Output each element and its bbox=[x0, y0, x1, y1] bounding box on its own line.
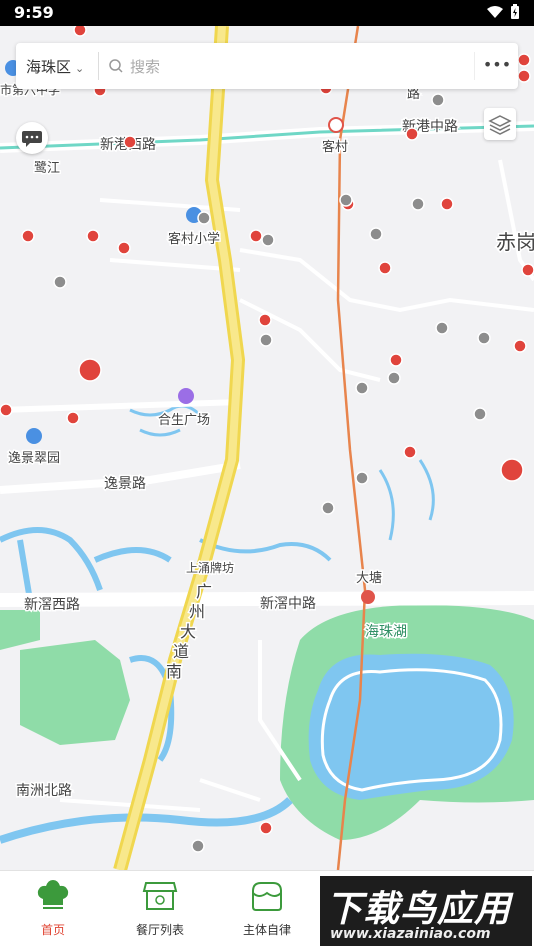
restaurant-marker-icon[interactable] bbox=[258, 313, 272, 327]
inspected-marker-icon[interactable] bbox=[473, 407, 487, 421]
inspected-marker-icon[interactable] bbox=[259, 333, 273, 347]
inspected-marker-icon[interactable] bbox=[387, 371, 401, 385]
inspected-marker-icon[interactable] bbox=[191, 839, 205, 853]
inspected-marker-icon[interactable] bbox=[355, 471, 369, 485]
restaurant-marker-icon[interactable] bbox=[517, 69, 531, 83]
restaurant-marker-icon[interactable] bbox=[389, 353, 403, 367]
search-icon bbox=[109, 59, 123, 73]
chat-button[interactable] bbox=[16, 122, 48, 154]
shop-awning-icon bbox=[252, 882, 282, 911]
park-area bbox=[20, 640, 130, 745]
residence-poi-icon bbox=[26, 428, 42, 444]
map-label: 鹭江 bbox=[34, 160, 60, 176]
map-label: 逸景路 bbox=[104, 476, 146, 492]
inspected-marker-icon[interactable] bbox=[321, 501, 335, 515]
tab-restaurant-list[interactable]: 餐厅列表 bbox=[115, 879, 205, 938]
restaurant-marker-icon[interactable] bbox=[513, 339, 527, 353]
restaurant-marker-icon[interactable] bbox=[66, 411, 80, 425]
tab-home[interactable]: 首页 bbox=[8, 879, 98, 938]
restaurant-marker-icon[interactable] bbox=[378, 261, 392, 275]
map-label: 道 bbox=[173, 642, 189, 661]
map-label: 赤岗 bbox=[496, 230, 534, 254]
restaurant-marker-icon[interactable] bbox=[21, 229, 35, 243]
more-options-icon[interactable]: ••• bbox=[482, 55, 512, 77]
restaurant-marker-icon[interactable] bbox=[521, 263, 534, 277]
map-view[interactable]: 市第六中学 路 新港西路 客村 新港中路 鹭江 客村小学 赤岗 合生广场 逸景翠… bbox=[0, 26, 534, 870]
search-divider bbox=[98, 52, 99, 80]
map-label: 客村小学 bbox=[168, 231, 220, 247]
tab-restaurant-list-label: 餐厅列表 bbox=[135, 923, 184, 937]
map-label: 南 bbox=[166, 662, 182, 681]
restaurant-marker-icon[interactable] bbox=[249, 229, 263, 243]
watermark-url: www.xiazainiao.com bbox=[330, 926, 491, 942]
chat-bubble-icon bbox=[22, 131, 42, 147]
tab-self-regulation-label: 主体自律 bbox=[242, 923, 291, 937]
chevron-down-icon: ⌄ bbox=[75, 62, 85, 75]
status-icons bbox=[486, 4, 520, 20]
district-selector[interactable]: 海珠区 ⌄ bbox=[26, 56, 84, 77]
map-label: 广 bbox=[196, 582, 212, 601]
restaurant-marker-icon[interactable] bbox=[123, 135, 137, 149]
restaurant-marker-icon[interactable] bbox=[86, 229, 100, 243]
inspected-marker-icon[interactable] bbox=[53, 275, 67, 289]
map-label: 大 bbox=[180, 622, 196, 641]
inspected-marker-icon[interactable] bbox=[369, 227, 383, 241]
map-label: 州 bbox=[189, 602, 205, 621]
restaurant-marker-icon[interactable] bbox=[117, 241, 131, 255]
restaurant-marker-icon[interactable] bbox=[73, 26, 87, 37]
map-label: 合生广场 bbox=[158, 413, 210, 428]
restaurant-marker-icon[interactable] bbox=[259, 821, 273, 835]
map-label: 逸景翠园 bbox=[8, 451, 60, 466]
search-bar: 海珠区⌄ ••• bbox=[16, 43, 518, 89]
restaurant-marker-icon[interactable] bbox=[0, 403, 13, 417]
inspected-marker-icon[interactable] bbox=[339, 193, 353, 207]
district-label: 海珠区 bbox=[26, 58, 72, 76]
mall-poi-icon bbox=[178, 388, 194, 404]
storefront-icon bbox=[142, 882, 178, 910]
metro-station-icon bbox=[328, 117, 344, 133]
inspected-marker-icon[interactable] bbox=[477, 331, 491, 345]
more-divider bbox=[474, 52, 475, 80]
map-label: 新滘西路 bbox=[24, 597, 80, 613]
inspected-marker-icon[interactable] bbox=[431, 93, 445, 107]
map-label: 大塘 bbox=[356, 570, 382, 586]
layers-button[interactable] bbox=[484, 108, 516, 140]
status-bar: 9:59 bbox=[0, 0, 534, 26]
tab-self-regulation[interactable]: 主体自律 bbox=[222, 879, 312, 938]
map-label: 新滘中路 bbox=[260, 596, 316, 612]
search-input[interactable] bbox=[128, 51, 472, 83]
tab-home-label: 首页 bbox=[40, 923, 65, 937]
inspected-marker-icon[interactable] bbox=[435, 321, 449, 335]
watermark-title: 下载鸟应用 bbox=[326, 889, 512, 930]
watermark: 下载鸟应用 www.xiazainiao.com bbox=[320, 876, 532, 946]
map-label: 海珠湖 bbox=[365, 624, 407, 640]
inspected-marker-icon[interactable] bbox=[261, 233, 275, 247]
map-label: 上涌牌坊 bbox=[186, 560, 234, 575]
wifi-icon bbox=[487, 6, 503, 18]
inspected-marker-icon[interactable] bbox=[411, 197, 425, 211]
layers-icon bbox=[488, 115, 512, 135]
restaurant-marker-icon[interactable] bbox=[517, 53, 531, 67]
map-label: 南洲北路 bbox=[16, 783, 72, 799]
metro-station-icon bbox=[361, 590, 375, 604]
battery-icon bbox=[511, 4, 519, 19]
restaurant-marker-icon[interactable] bbox=[403, 445, 417, 459]
inspected-marker-icon[interactable] bbox=[355, 381, 369, 395]
restaurant-marker-icon[interactable] bbox=[440, 197, 454, 211]
status-time: 9:59 bbox=[14, 3, 54, 22]
restaurant-marker-icon[interactable] bbox=[405, 127, 419, 141]
inspected-marker-icon[interactable] bbox=[197, 211, 211, 225]
restaurant-marker-icon[interactable] bbox=[78, 358, 102, 382]
chef-hat-icon bbox=[37, 880, 69, 909]
map-label: 客村 bbox=[322, 139, 348, 155]
restaurant-marker-icon[interactable] bbox=[500, 458, 524, 482]
